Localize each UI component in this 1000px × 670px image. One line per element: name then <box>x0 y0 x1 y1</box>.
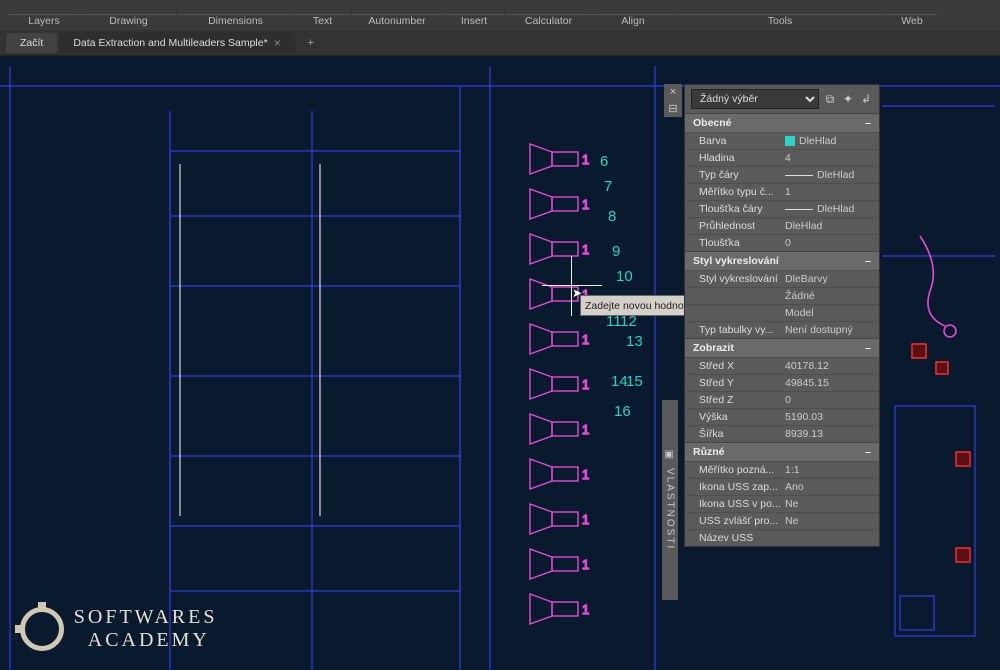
palette-options-icon[interactable]: ▣ <box>664 449 675 460</box>
logo-line2: ACADEMY <box>88 629 218 652</box>
svg-text:15: 15 <box>626 373 643 390</box>
svg-text:1: 1 <box>582 422 589 437</box>
quick-select-icon[interactable]: ⧉ <box>823 92 837 107</box>
ribbon-group-tools[interactable]: Tools <box>675 14 885 30</box>
selection-dropdown[interactable]: Žádný výběr <box>691 89 819 109</box>
ribbon-group-insert[interactable]: Insert <box>444 14 504 30</box>
gear-icon <box>20 607 64 651</box>
prop-row-ikona-zap[interactable]: Ikona USS zap... Ano <box>685 478 879 495</box>
prop-row-ikona-po[interactable]: Ikona USS v po... Ne <box>685 495 879 512</box>
svg-text:1: 1 <box>582 512 589 527</box>
svg-text:1: 1 <box>582 377 589 392</box>
section-general[interactable]: Obecné– <box>685 113 879 132</box>
tab-close-icon[interactable]: × <box>274 36 281 50</box>
prop-row-styl2[interactable]: Žádné <box>685 287 879 304</box>
section-styl[interactable]: Styl vykreslování– <box>685 251 879 270</box>
pickadd-icon[interactable]: ✦ <box>841 92 855 107</box>
prop-row-typcary[interactable]: Typ čáry DleHlad <box>685 166 879 183</box>
prop-row-pruhlednost[interactable]: Průhlednost DleHlad <box>685 217 879 234</box>
ribbon-group-dimensions[interactable]: Dimensions <box>178 14 293 30</box>
palette-title: VLASTNOSTI <box>665 468 676 550</box>
prop-row-vyska[interactable]: Výška 5190.03 <box>685 408 879 425</box>
logo-line1: SOFTWARES <box>74 606 218 629</box>
section-zobrazit[interactable]: Zobrazit– <box>685 338 879 357</box>
prop-row-styl[interactable]: Styl vykreslování DleBarvy <box>685 270 879 287</box>
svg-text:6: 6 <box>600 153 608 170</box>
ribbon-group-layers[interactable]: Layers <box>9 14 79 30</box>
prop-row-stredx[interactable]: Střed X 40178.12 <box>685 357 879 374</box>
prop-row-typtabulky[interactable]: Typ tabulky vy... Není dostupný <box>685 321 879 338</box>
prop-row-barva[interactable]: Barva DleHlad <box>685 132 879 149</box>
svg-text:1: 1 <box>582 557 589 572</box>
prop-row-meritko[interactable]: Měřítko typu č... 1 <box>685 183 879 200</box>
prop-row-stredy[interactable]: Střed Y 49845.15 <box>685 374 879 391</box>
prop-row-meritko-pozn[interactable]: Měřítko pozná... 1:1 <box>685 461 879 478</box>
svg-text:8: 8 <box>608 208 616 225</box>
ribbon-group-autonumber[interactable]: Autonumber <box>352 14 442 30</box>
tab-label: Data Extraction and Multileaders Sample* <box>73 37 267 49</box>
svg-text:10: 10 <box>616 268 633 285</box>
svg-text:7: 7 <box>604 178 612 195</box>
palette-vertical-label[interactable]: ▣ VLASTNOSTI <box>662 400 678 600</box>
svg-text:16: 16 <box>614 403 631 420</box>
section-ruzne[interactable]: Různé– <box>685 442 879 461</box>
ribbon-group-drawing[interactable]: Drawing <box>81 14 176 30</box>
document-tabbar: Začít Data Extraction and Multileaders S… <box>0 30 1000 56</box>
svg-text:1: 1 <box>582 242 589 257</box>
ribbon-group-text[interactable]: Text <box>295 14 350 30</box>
svg-text:1: 1 <box>582 332 589 347</box>
palette-close-icon[interactable]: × <box>670 86 676 98</box>
prop-row-uss-zvlast[interactable]: USS zvlášť pro... Ne <box>685 512 879 529</box>
prop-row-stredz[interactable]: Střed Z 0 <box>685 391 879 408</box>
svg-text:1: 1 <box>582 602 589 617</box>
palette-pin-icon[interactable]: ⊟ <box>668 102 677 115</box>
prop-row-tloustka-cary[interactable]: Tloušťka čáry DleHlad <box>685 200 879 217</box>
ribbon-group-calculator[interactable]: Calculator <box>506 14 591 30</box>
tab-label: Začít <box>20 37 43 49</box>
svg-text:13: 13 <box>626 333 643 350</box>
properties-palette: Žádný výběr ⧉ ✦ ↲ Obecné– Barva DleHlad … <box>684 84 880 547</box>
prop-row-hladina[interactable]: Hladina 4 <box>685 149 879 166</box>
svg-text:9: 9 <box>612 243 620 260</box>
svg-text:1: 1 <box>582 197 589 212</box>
properties-header: Žádný výběr ⧉ ✦ ↲ <box>685 85 879 113</box>
prop-row-sirka[interactable]: Šířka 8939.13 <box>685 425 879 442</box>
tab-data-extraction[interactable]: Data Extraction and Multileaders Sample*… <box>59 32 294 54</box>
select-objects-icon[interactable]: ↲ <box>859 92 873 107</box>
softwares-academy-logo: SOFTWARES ACADEMY <box>20 606 217 652</box>
ribbon-group-web[interactable]: Web <box>887 14 937 30</box>
new-tab-button[interactable]: + <box>301 33 321 53</box>
tab-zacit[interactable]: Začít <box>6 33 57 53</box>
svg-text:1: 1 <box>582 152 589 167</box>
prop-row-nazev-uss[interactable]: Název USS <box>685 529 879 546</box>
ribbon-group-align[interactable]: Align <box>593 14 673 30</box>
palette-titlebar[interactable]: × ⊟ <box>664 84 682 117</box>
prop-row-styl3[interactable]: Model <box>685 304 879 321</box>
svg-text:1: 1 <box>582 467 589 482</box>
prop-row-tloustka[interactable]: Tloušťka 0 <box>685 234 879 251</box>
ribbon: Layers Drawing Dimensions Text Autonumbe… <box>0 0 1000 30</box>
